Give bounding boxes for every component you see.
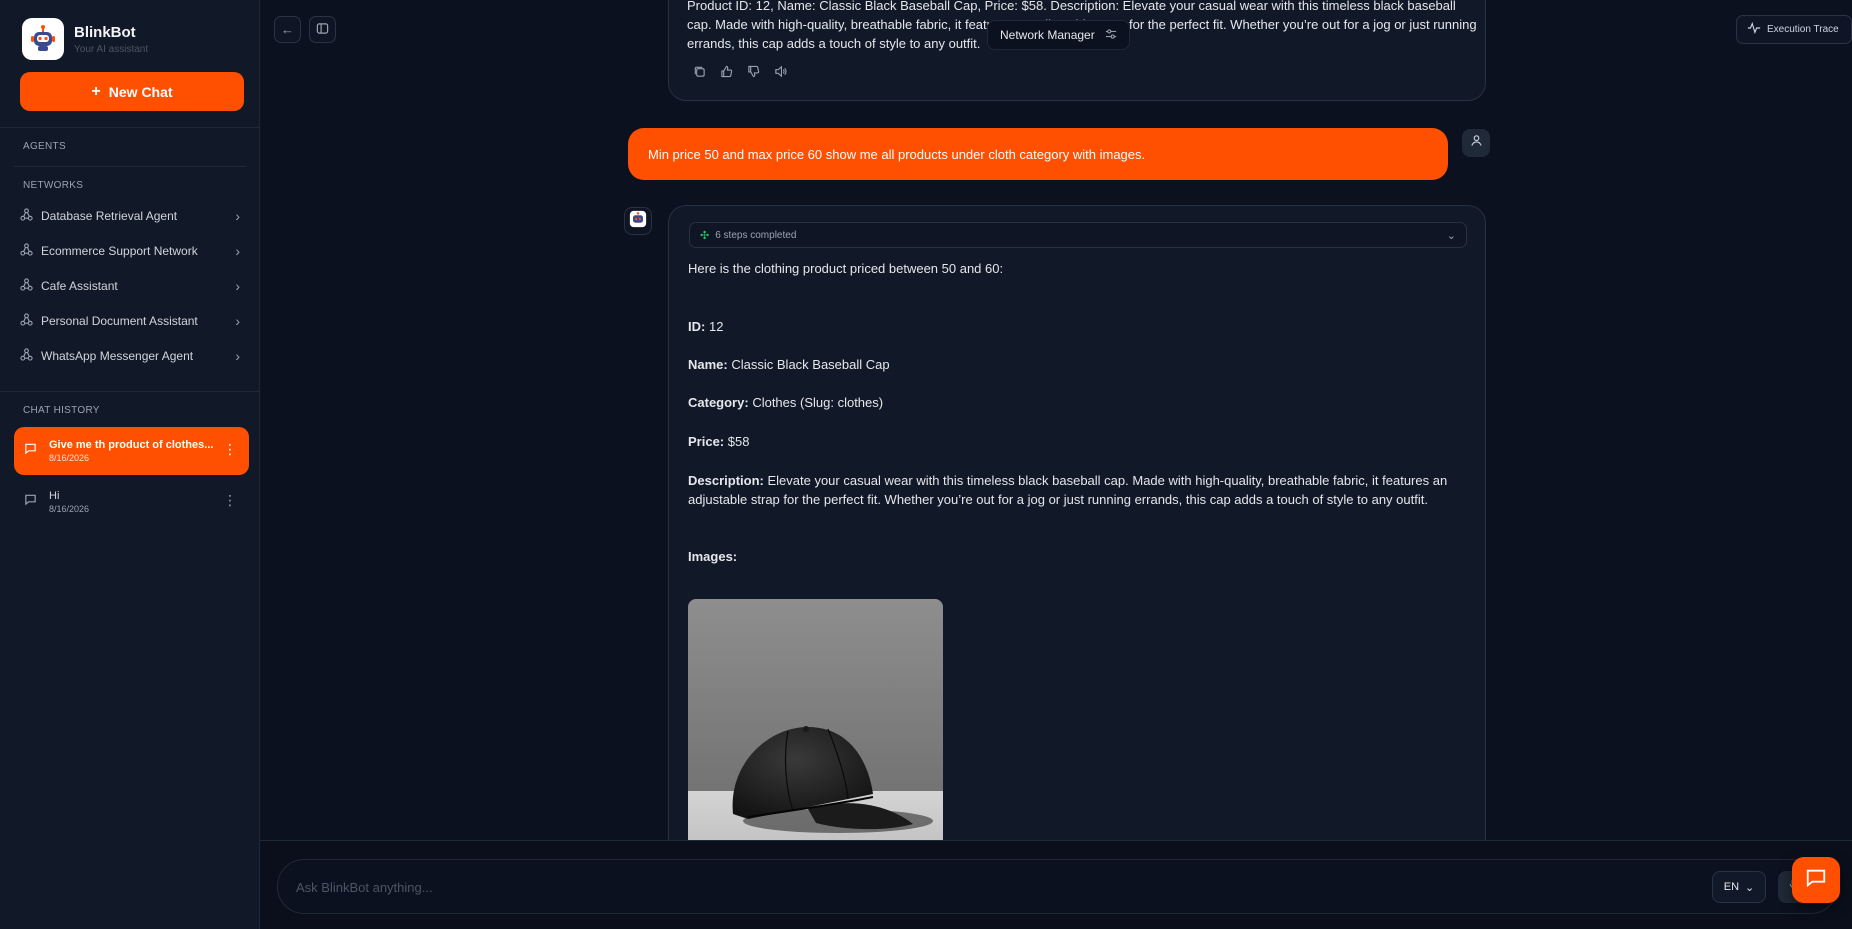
steps-completed-toggle[interactable]: ✣ 6 steps completed ⌄ xyxy=(689,222,1467,248)
network-item-label: WhatsApp Messenger Agent xyxy=(41,349,194,363)
network-item-ecommerce-support-network[interactable]: Ecommerce Support Network › xyxy=(14,236,246,266)
chat-history-section-label: CHAT HISTORY xyxy=(23,405,100,416)
new-chat-button[interactable]: + New Chat xyxy=(20,72,244,111)
more-options-icon[interactable]: ⋮ xyxy=(223,492,237,509)
chevron-right-icon: › xyxy=(235,243,240,259)
network-icon xyxy=(20,243,33,259)
robot-icon xyxy=(628,209,648,234)
chat-history-item-active[interactable]: Give me th product of clothes... 8/16/20… xyxy=(14,427,249,475)
product-category-value: Clothes (Slug: clothes) xyxy=(752,395,884,410)
chevron-right-icon: › xyxy=(235,348,240,364)
steps-completed-label: 6 steps completed xyxy=(715,229,797,241)
network-item-database-retrieval-agent[interactable]: Database Retrieval Agent › xyxy=(14,201,246,231)
composer-area: EN ⌄ xyxy=(260,840,1852,929)
brand-name: BlinkBot xyxy=(74,23,136,41)
copy-icon[interactable] xyxy=(693,65,706,81)
product-category-label: Category: xyxy=(688,395,749,410)
chevron-right-icon: › xyxy=(235,278,240,294)
message-actions xyxy=(693,65,787,81)
activity-icon xyxy=(1747,21,1761,37)
user-message-bubble: Min price 50 and max price 60 show me al… xyxy=(628,128,1448,180)
product-price-value: $58 xyxy=(727,434,750,449)
network-manager-label: Network Manager xyxy=(1000,28,1095,42)
divider xyxy=(0,391,259,392)
execution-trace-button[interactable]: Execution Trace xyxy=(1736,15,1852,44)
network-item-personal-document-assistant[interactable]: Personal Document Assistant › xyxy=(14,306,246,336)
chevron-right-icon: › xyxy=(235,208,240,224)
message-input[interactable] xyxy=(296,876,1396,898)
language-value: EN xyxy=(1723,881,1740,893)
product-id-label: ID: xyxy=(688,319,706,334)
network-item-label: Ecommerce Support Network xyxy=(41,244,198,258)
robot-logo-icon xyxy=(22,18,64,60)
network-item-label: Personal Document Assistant xyxy=(41,314,198,328)
speaker-icon[interactable] xyxy=(774,65,787,81)
chat-bubble-icon xyxy=(24,442,37,460)
chat-bubble-icon xyxy=(24,493,37,511)
chat-history-title: Hi xyxy=(49,490,60,502)
product-name-value: Classic Black Baseball Cap xyxy=(731,357,890,372)
back-button[interactable]: ← xyxy=(274,16,301,43)
product-image-baseball-cap[interactable] xyxy=(688,599,943,861)
sidebar-panel-icon xyxy=(316,22,329,38)
divider xyxy=(14,166,246,167)
chat-bubble-icon xyxy=(1805,867,1827,894)
chevron-down-icon: ⌄ xyxy=(1446,229,1456,242)
chat-history-date: 8/16/2026 xyxy=(49,504,90,514)
user-icon xyxy=(1470,134,1483,152)
divider xyxy=(0,127,259,128)
chat-history-item[interactable]: Hi 8/16/2026 ⋮ xyxy=(14,478,249,526)
chevron-right-icon: › xyxy=(235,313,240,329)
language-select[interactable]: EN ⌄ xyxy=(1712,871,1766,903)
product-price-label: Price: xyxy=(688,434,725,449)
product-name-line: Name: Classic Black Baseball Cap xyxy=(688,357,890,372)
chat-history-title: Give me th product of clothes... xyxy=(49,439,214,451)
toggle-sidebar-button[interactable] xyxy=(309,16,336,43)
product-description-value: Elevate your casual wear with this timel… xyxy=(688,473,1448,507)
network-icon xyxy=(20,348,33,364)
sidebar: BlinkBot Your AI assistant + New Chat AG… xyxy=(0,0,260,929)
sliders-icon xyxy=(1105,28,1117,43)
product-description-line: Description: Elevate your casual wear wi… xyxy=(688,471,1468,509)
more-options-icon[interactable]: ⋮ xyxy=(223,441,237,458)
product-category-line: Category: Clothes (Slug: clothes) xyxy=(688,395,883,410)
user-avatar xyxy=(1462,129,1490,157)
plus-icon: + xyxy=(91,82,101,100)
thumbs-up-icon[interactable] xyxy=(720,65,733,81)
product-images-line: Images: xyxy=(688,549,737,564)
execution-trace-label: Execution Trace xyxy=(1767,24,1839,35)
product-description-label: Description: xyxy=(688,473,764,488)
network-item-label: Database Retrieval Agent xyxy=(41,209,178,223)
network-item-cafe-assistant[interactable]: Cafe Assistant › xyxy=(14,271,246,301)
chat-launcher-button[interactable] xyxy=(1792,857,1840,903)
brand: BlinkBot Your AI assistant xyxy=(22,18,148,60)
product-images-label: Images: xyxy=(688,549,738,564)
product-id-line: ID: 12 xyxy=(688,319,723,334)
chat-history-date: 8/16/2026 xyxy=(49,453,90,463)
app-root: BlinkBot Your AI assistant + New Chat AG… xyxy=(0,0,1852,929)
composer: EN ⌄ xyxy=(277,859,1838,914)
network-icon xyxy=(20,278,33,294)
network-item-label: Cafe Assistant xyxy=(41,279,118,293)
new-chat-label: New Chat xyxy=(108,83,173,100)
thumbs-down-icon[interactable] xyxy=(747,65,760,81)
network-icon xyxy=(20,313,33,329)
network-manager-button[interactable]: Network Manager xyxy=(987,20,1130,50)
networks-section-label: NETWORKS xyxy=(23,180,84,191)
product-name-label: Name: xyxy=(688,357,728,372)
product-id-value: 12 xyxy=(708,319,724,334)
user-message-text: Min price 50 and max price 60 show me al… xyxy=(648,146,1146,162)
previous-response-card: Product ID: 12, Name: Classic Black Base… xyxy=(668,0,1486,101)
chevron-down-icon: ⌄ xyxy=(1745,881,1755,894)
assistant-response-card: ✣ 6 steps completed ⌄ Here is the clothi… xyxy=(668,205,1486,865)
response-intro: Here is the clothing product priced betw… xyxy=(688,261,1004,276)
arrow-left-icon: ← xyxy=(281,22,294,37)
brand-subtitle: Your AI assistant xyxy=(74,43,149,55)
sparkle-icon: ✣ xyxy=(700,229,710,242)
network-item-whatsapp-messenger-agent[interactable]: WhatsApp Messenger Agent › xyxy=(14,341,246,371)
product-price-line: Price: $58 xyxy=(688,434,749,449)
network-icon xyxy=(20,208,33,224)
agents-section-label: AGENTS xyxy=(23,141,66,152)
bot-avatar xyxy=(624,207,652,235)
